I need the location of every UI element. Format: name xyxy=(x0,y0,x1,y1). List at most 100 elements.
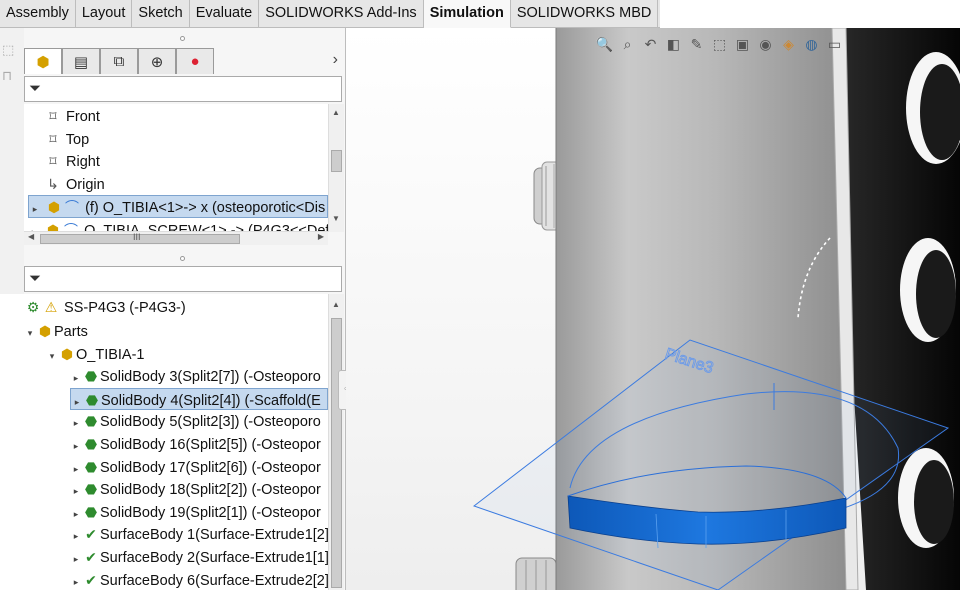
tab-assembly[interactable]: Assembly xyxy=(0,0,76,28)
sim-tree-row[interactable]: ▸ ⬣ SolidBody 18(Split2[2]) (-Osteopor xyxy=(70,478,321,501)
tree-item-label: SolidBody 16(Split2[5]) (-Osteopor xyxy=(100,437,321,453)
tab-simulation[interactable]: Simulation xyxy=(423,0,511,28)
more-tabs-icon[interactable]: › xyxy=(333,51,338,69)
sim-tree-row[interactable]: ▸ ⬣ SolidBody 19(Split2[1]) (-Osteopor xyxy=(70,501,321,524)
display-style-icon[interactable]: ▣ xyxy=(732,34,753,54)
simulation-tree-rows: ▾ ⬢ Parts ▾ ⬢ O_TIBIA-1 ▸ ⬣ SolidBody 3(Split2[7… xyxy=(0,294,328,590)
edit-appearance-icon[interactable]: ◈ xyxy=(778,34,799,54)
screw-head-lower[interactable] xyxy=(515,557,557,590)
solid-body-icon: ⬣ xyxy=(84,436,98,452)
solid-body-icon: ⬣ xyxy=(84,368,98,385)
section-view-icon[interactable]: ◧ xyxy=(663,34,684,54)
expand-arrow-icon[interactable]: ▾ xyxy=(24,322,36,344)
apply-scene-icon[interactable]: ◍ xyxy=(801,34,822,54)
tree-item-label: SurfaceBody 1(Surface-Extrude1[2] xyxy=(100,527,328,544)
scroll-right-icon[interactable]: ▶ xyxy=(318,232,324,241)
expand-arrow-icon[interactable]: ▸ xyxy=(70,480,82,502)
simulation-filter-input[interactable]: ⏷ xyxy=(24,266,342,292)
hide-show-icon[interactable]: ◉ xyxy=(755,34,776,54)
part-icon: ⬢ xyxy=(60,345,74,362)
zoom-area-icon[interactable]: ⌕ xyxy=(617,34,638,54)
scroll-thumb[interactable]: III xyxy=(40,232,240,244)
scroll-thumb[interactable] xyxy=(331,150,342,172)
sim-tree-row[interactable]: ▸ ⬣ SolidBody 16(Split2[5]) (-Osteopor xyxy=(70,433,321,456)
expand-arrow-icon[interactable]: ▸ xyxy=(70,412,82,434)
expand-arrow-icon[interactable]: ▸ xyxy=(70,458,82,480)
scroll-up-icon[interactable]: ▲ xyxy=(332,108,340,117)
sim-tree-row[interactable]: ▸ ✔ SurfaceBody 6(Surface-Extrude2[2] xyxy=(70,569,328,590)
expand-arrow-icon[interactable]: ▸ xyxy=(70,571,82,590)
collapse-icon[interactable]: ⊓ xyxy=(2,68,22,84)
splitter-grip[interactable] xyxy=(180,256,185,261)
tab-sketch[interactable]: Sketch xyxy=(132,0,190,28)
sim-tree-row[interactable]: ▸ ⬣ SolidBody 3(Split2[7]) (-Osteoporo xyxy=(70,365,321,388)
view-orientation-icon[interactable]: ⬚ xyxy=(709,34,730,54)
tree-item-label: Origin xyxy=(66,177,105,193)
heads-up-view-toolbar: 🔍 ⌕ ↶ ◧ ✎ ⬚ ▣ ◉ ◈ ◍ ▭ xyxy=(594,32,845,56)
component-icon: ⬢ xyxy=(47,199,61,215)
command-manager-tabs: Assembly Layout Sketch Evaluate SOLIDWOR… xyxy=(0,0,660,28)
configuration-manager-icon[interactable]: ⧉ xyxy=(100,48,138,74)
tree-item-label: Parts xyxy=(54,324,88,340)
surface-body-icon: ✔ xyxy=(85,549,97,565)
scroll-thumb[interactable] xyxy=(331,318,342,588)
parts-icon: ⬢ xyxy=(38,323,52,339)
feature-filter-input[interactable]: ⏷ xyxy=(24,76,342,102)
sim-tree-row[interactable]: ▸ ⬣ SolidBody 5(Split2[3]) (-Osteoporo xyxy=(70,410,321,433)
filter-icon: ⏷ xyxy=(29,270,42,287)
property-manager-icon[interactable]: ▤ xyxy=(62,48,100,74)
expand-arrow-icon[interactable]: ▾ xyxy=(46,345,58,367)
splitter-grip[interactable] xyxy=(180,36,185,41)
expand-arrow-icon[interactable]: ▸ xyxy=(70,435,82,457)
zoom-to-fit-icon[interactable]: 🔍 xyxy=(594,34,615,54)
filter-icon: ⏷ xyxy=(29,80,42,97)
surface-body-icon: ✔ xyxy=(85,571,97,588)
display-manager-icon[interactable]: ● xyxy=(176,48,214,74)
tree-item-right[interactable]: ⌑ Right xyxy=(44,150,99,173)
tab-evaluate[interactable]: Evaluate xyxy=(190,0,260,28)
tree-item-label: SolidBody 4(Split2[4]) (-Scaffold(E xyxy=(101,392,321,409)
task-pane-icon[interactable]: ⬚ xyxy=(2,42,22,58)
expand-arrow-icon[interactable]: ▸ xyxy=(70,525,82,547)
tab-solidworks-add-ins[interactable]: SOLIDWORKS Add-Ins xyxy=(259,0,424,28)
sim-tree-row[interactable]: ▸ ✔ SurfaceBody 1(Surface-Extrude1[2] xyxy=(70,523,328,546)
tab-layout[interactable]: Layout xyxy=(76,0,133,28)
tree-item-label: SolidBody 3(Split2[7]) (-Osteoporo xyxy=(100,369,321,386)
tree-item-top[interactable]: ⌑ Top xyxy=(44,128,89,151)
3d-model-view[interactable]: Plane3 xyxy=(346,28,960,590)
scroll-left-icon[interactable]: ◀ xyxy=(28,232,34,241)
sim-tree-row[interactable]: ▸ ✔ SurfaceBody 2(Surface-Extrude1[1] xyxy=(70,546,328,569)
graphics-viewport[interactable]: Plane3 🔍 ⌕ ↶ ◧ ✎ ⬚ ▣ ◉ ◈ ◍ ▭ xyxy=(346,28,960,590)
tree-item-front[interactable]: ⌑ Front xyxy=(44,105,99,128)
tree-item-origin[interactable]: ↳ Origin xyxy=(44,173,105,196)
feature-tree-hscrollbar[interactable]: ◀ III ▶ xyxy=(24,231,328,245)
expand-arrow-icon[interactable]: ▸ xyxy=(29,198,41,220)
scroll-grip: III xyxy=(133,232,141,242)
tree-item-label: SolidBody 5(Split2[3]) (-Osteoporo xyxy=(100,414,321,431)
expand-arrow-icon[interactable]: ▸ xyxy=(70,367,82,389)
feature-tree-vscrollbar[interactable]: ▲ ▼ xyxy=(328,104,344,232)
expand-arrow-icon[interactable]: ▸ xyxy=(70,548,82,570)
solid-body-icon: ⬣ xyxy=(84,503,98,520)
tree-item-label: SolidBody 17(Split2[6]) (-Osteopor xyxy=(100,459,321,476)
sim-tree-row[interactable]: ▾ ⬢ O_TIBIA-1 xyxy=(46,343,145,366)
tree-item-label: SolidBody 18(Split2[2]) (-Osteopor xyxy=(100,482,321,499)
tree-item-o-tibia[interactable]: ▸ ⬢ ⌒ (f) O_TIBIA<1>-> x (osteoporotic<Di… xyxy=(28,195,328,218)
scroll-up-icon[interactable]: ▲ xyxy=(332,300,340,309)
tab-solidworks-mbd[interactable]: SOLIDWORKS MBD xyxy=(511,0,659,28)
solid-body-icon: ⬣ xyxy=(85,391,99,408)
previous-view-icon[interactable]: ↶ xyxy=(640,34,661,54)
view-settings-icon[interactable]: ▭ xyxy=(824,34,845,54)
expand-arrow-icon[interactable]: ▸ xyxy=(70,503,82,525)
part-icon[interactable]: ⬢ xyxy=(24,48,62,74)
sim-tree-row[interactable]: ▾ ⬢ Parts xyxy=(24,320,88,343)
simulation-tree-vscrollbar[interactable]: ▲ xyxy=(328,294,344,590)
sim-tree-row[interactable]: ▸ ⬣ SolidBody 17(Split2[6]) (-Osteopor xyxy=(70,456,321,479)
plane-icon: ⌑ xyxy=(49,108,57,124)
sim-tree-row[interactable]: ▸ ⬣ SolidBody 4(Split2[4]) (-Scaffold(E xyxy=(70,387,328,411)
scroll-down-icon[interactable]: ▼ xyxy=(332,214,340,223)
mated-icon: ⌒ xyxy=(65,199,80,215)
plane-icon: ⌑ xyxy=(49,153,57,169)
dynamic-annotation-icon[interactable]: ✎ xyxy=(686,34,707,54)
dimxpert-icon[interactable]: ⊕ xyxy=(138,48,176,74)
